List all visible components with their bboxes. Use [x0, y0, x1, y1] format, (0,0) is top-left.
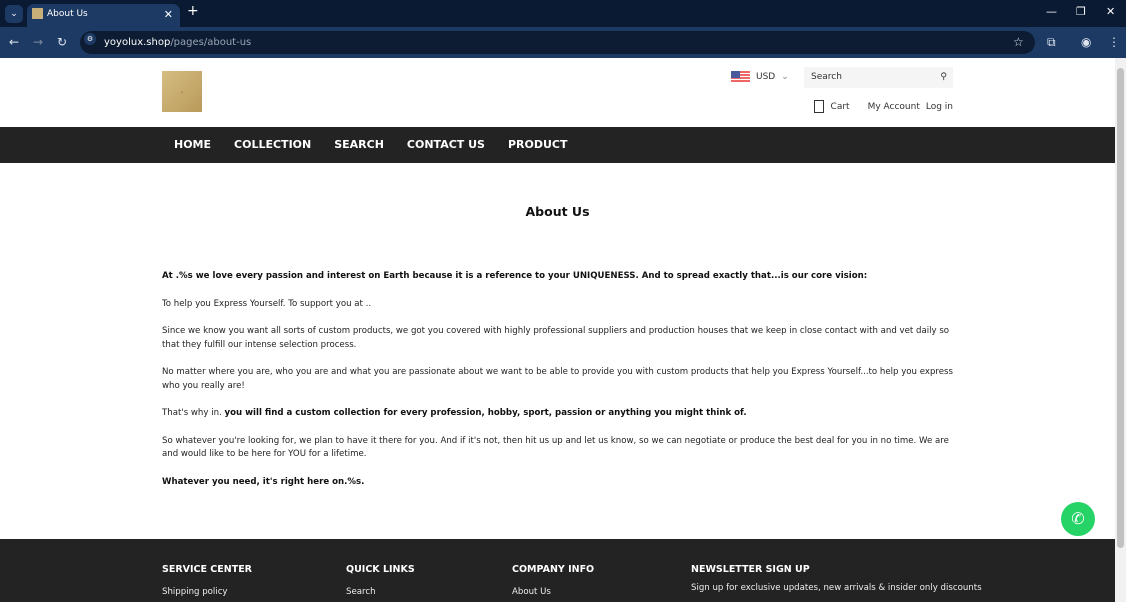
- currency-label: USD: [756, 72, 776, 82]
- closing-paragraph: Whatever you need, it's right here on.%s…: [162, 476, 365, 487]
- newsletter-text: Sign up for exclusive updates, new arriv…: [691, 583, 982, 593]
- whatsapp-chat-button[interactable]: ✆: [1061, 502, 1095, 536]
- currency-selector[interactable]: USD ⌄: [731, 71, 789, 83]
- vision-paragraph: At .%s we love every passion and interes…: [162, 271, 868, 281]
- url-path: /pages/about-us: [170, 37, 252, 48]
- chevron-down-icon: ⌄: [781, 72, 789, 82]
- close-tab-icon[interactable]: ✕: [164, 4, 173, 25]
- footer-heading: QUICK LINKS: [346, 564, 415, 575]
- site-info-icon[interactable]: ⚙: [84, 33, 96, 45]
- reload-icon[interactable]: ↻: [57, 35, 67, 49]
- back-icon[interactable]: ←: [9, 35, 19, 49]
- restore-button[interactable]: ❐: [1076, 5, 1086, 18]
- cart-label: Cart: [830, 102, 850, 112]
- tab-search-button[interactable]: ⌄: [5, 5, 23, 23]
- us-flag-icon: [731, 71, 750, 83]
- extensions-icon[interactable]: ⧉: [1047, 35, 1056, 50]
- paragraph-intro: That's why in.: [162, 408, 225, 418]
- login-link[interactable]: Log in: [926, 102, 953, 112]
- browser-tab[interactable]: About Us ✕: [27, 4, 180, 27]
- search-input[interactable]: Search ⚲: [804, 67, 953, 88]
- nav-home[interactable]: HOME: [174, 127, 211, 163]
- nav-collection[interactable]: COLLECTION: [234, 127, 311, 163]
- main-nav: HOME COLLECTION SEARCH CONTACT US PRODUC…: [0, 127, 1115, 163]
- paragraph: So whatever you're looking for, we plan …: [162, 435, 949, 460]
- forward-icon[interactable]: →: [33, 35, 43, 49]
- paragraph-bold: you will find a custom collection for ev…: [224, 408, 747, 418]
- scrollbar[interactable]: [1115, 58, 1126, 602]
- page: ◇ USD ⌄ Search ⚲ Cart My Account Log in HO…: [0, 58, 1115, 602]
- footer-link[interactable]: About Us: [512, 587, 594, 597]
- favicon-icon: [32, 8, 43, 19]
- footer: SERVICE CENTER Shipping policy QUICK LINK…: [0, 539, 1115, 602]
- minimize-button[interactable]: —: [1046, 5, 1057, 18]
- close-window-button[interactable]: ✕: [1106, 5, 1115, 18]
- footer-link[interactable]: Search: [346, 587, 415, 597]
- url-input[interactable]: yoyolux.shop/pages/about-us: [80, 31, 1035, 54]
- store-logo[interactable]: ◇: [162, 71, 202, 112]
- footer-heading: COMPANY INFO: [512, 564, 595, 575]
- paragraph: No matter where you are, who you are and…: [162, 367, 954, 391]
- scrollbar-thumb[interactable]: [1117, 68, 1124, 548]
- tab-title: About Us: [47, 9, 88, 19]
- paragraph: To help you Express Yourself. To support…: [162, 298, 372, 309]
- new-tab-button[interactable]: +: [187, 3, 199, 19]
- address-bar-row: ← → ↻ yoyolux.shop/pages/about-us ⚙ ☆ ⧉ …: [0, 27, 1126, 58]
- nav-contact-us[interactable]: CONTACT US: [407, 127, 485, 163]
- about-content: At .%s we love every passion and interes…: [162, 270, 954, 503]
- bookmark-star-icon[interactable]: ☆: [1013, 35, 1024, 49]
- profile-icon[interactable]: ◉: [1081, 35, 1091, 49]
- nav-search[interactable]: SEARCH: [334, 127, 384, 163]
- search-placeholder: Search: [811, 72, 842, 82]
- page-title: About Us: [525, 204, 590, 219]
- footer-heading: SERVICE CENTER: [162, 564, 252, 575]
- browser-tabbar: ⌄ About Us ✕ + — ❐ ✕: [0, 0, 1126, 27]
- cart-link[interactable]: Cart: [813, 100, 850, 113]
- paragraph: Since we know you want all sorts of cust…: [162, 326, 950, 350]
- footer-heading: NEWSLETTER SIGN UP: [691, 564, 810, 575]
- my-account-link[interactable]: My Account: [868, 102, 920, 112]
- shopping-bag-icon: [813, 100, 824, 113]
- search-icon[interactable]: ⚲: [940, 67, 947, 88]
- url-host: yoyolux.shop: [104, 37, 171, 48]
- nav-product[interactable]: PRODUCT: [508, 127, 568, 163]
- more-menu-icon[interactable]: ⋮: [1108, 35, 1120, 49]
- footer-link[interactable]: Shipping policy: [162, 587, 252, 597]
